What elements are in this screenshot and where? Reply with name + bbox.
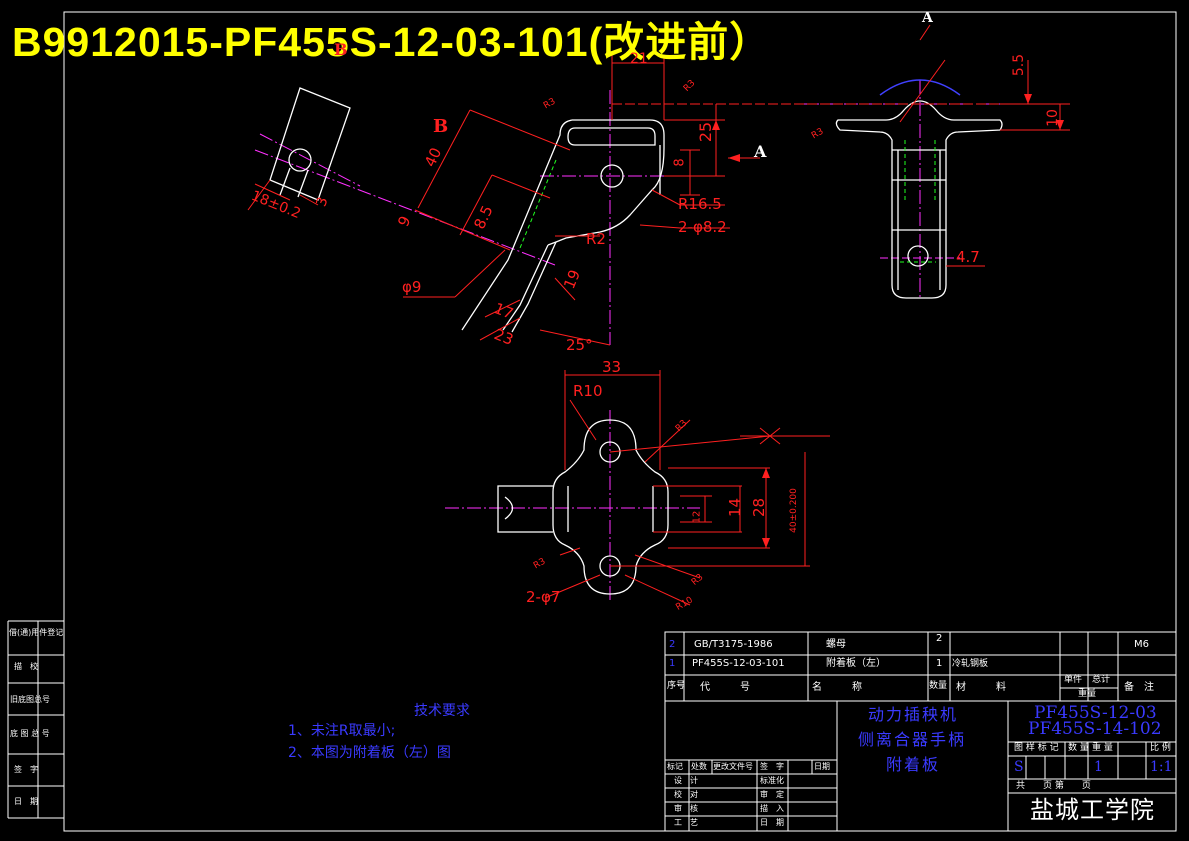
view-label-a2: A: [922, 10, 933, 26]
sidebar-label-3: 底 图 总 号: [10, 729, 50, 738]
stage-label: 图 样 标 记: [1014, 743, 1059, 753]
bom-header-note: 备 注: [1124, 682, 1154, 693]
bom-header-code: 代 号: [700, 682, 750, 693]
dim-25-deg: 25°: [566, 336, 593, 354]
dim-r16-5: R16.5: [678, 195, 722, 213]
bom-header-name: 名 称: [812, 682, 862, 693]
dim-4-7: 4.7: [956, 248, 980, 266]
rev-header-sign: 签 字: [760, 762, 784, 771]
product-name-line1: 动力插秧机: [868, 705, 959, 724]
bom-row1-qty: 1: [936, 658, 943, 669]
product-name-line2: 侧离合器手柄: [858, 730, 967, 749]
bom-header-seq: 序号: [667, 681, 686, 691]
bom-header-material: 材 料: [956, 682, 1006, 693]
dim-10: 10: [1044, 109, 1061, 127]
bom-row2-name: 螺母: [826, 639, 846, 650]
tech-req-item-1: 1、未注R取最小;: [288, 723, 396, 739]
dim-r2: R2: [586, 230, 606, 248]
bom-header-qty: 数量: [929, 681, 948, 691]
sign-row-reviewer: 审 核: [674, 804, 698, 813]
bom-row1-name: 附着板（左）: [826, 658, 886, 669]
sign-row-date: 日 期: [760, 818, 784, 827]
bom-header-weight: 重量: [1078, 689, 1097, 699]
sign-row-input: 描 入: [760, 804, 784, 813]
section-label-b2: B: [334, 40, 348, 59]
bom-row1-code: PF455S-12-03-101: [692, 658, 785, 669]
dim-21: 21: [630, 51, 648, 67]
rev-header-date: 日期: [814, 762, 830, 771]
bom-row2-seq: 2: [669, 639, 676, 650]
tech-req-item-2: 2、本图为附着板（左）图: [288, 745, 451, 761]
section-label-b: B: [433, 116, 449, 137]
dim-5-5: 5.5: [1011, 53, 1028, 77]
dim-25: 25: [696, 121, 716, 143]
dim-40-tol: 40±0.200: [788, 488, 799, 533]
sign-row-designer: 设 计: [674, 776, 698, 785]
cad-drawing: [7, 11, 1177, 832]
bom-row2-qty: 2: [936, 633, 943, 644]
sidebar-label-1: 描 校: [14, 662, 38, 671]
sign-row-standard: 标准化: [760, 776, 784, 785]
qty-label: 数 量: [1068, 743, 1089, 753]
rev-header-mark: 标记: [667, 762, 683, 771]
tech-req-title: 技术要求: [414, 703, 470, 719]
sign-row-approve: 审 定: [760, 790, 784, 799]
dim-33: 33: [602, 358, 622, 376]
bom-header-total-weight: 总计: [1092, 675, 1111, 685]
rev-header-doc: 更改文件号: [713, 762, 753, 771]
dimension-lines: [247, 24, 1070, 606]
sidebar-label-0: 借(通)用件登记: [9, 628, 64, 637]
drawing-number-2: PF455S-14-102: [1028, 719, 1162, 739]
scale-label: 比 例: [1150, 743, 1171, 753]
left-sidebar-frame: [7, 620, 64, 819]
part-outlines: [269, 87, 1003, 595]
qty-value: 1: [1094, 759, 1103, 775]
dim-phi9: φ9: [402, 278, 422, 296]
weight-label: 重 量: [1092, 743, 1113, 753]
sidebar-label-2: 旧底图总号: [10, 695, 50, 704]
rev-header-count: 处数: [691, 762, 707, 771]
dim-2-phi8-2: 2-φ8.2: [678, 218, 727, 236]
bom-row1-material: 冷轧钢板: [952, 659, 989, 669]
stage-value: S: [1014, 759, 1024, 775]
dim-r10: R10: [573, 382, 603, 400]
sheet-label: 共 页 第 页: [1016, 781, 1091, 791]
dim-2-phi7: 2-φ7: [526, 588, 561, 606]
dim-28: 28: [750, 497, 769, 518]
dim-12: 12: [691, 510, 703, 524]
scale-value: 1:1: [1150, 759, 1173, 775]
sidebar-label-4: 签 字: [14, 765, 38, 774]
bom-row2-code: GB/T3175-1986: [694, 639, 773, 650]
bom-header-unit-weight: 单件: [1064, 675, 1083, 685]
school-name: 盐城工学院: [1030, 796, 1155, 824]
view-label-a: A: [754, 142, 767, 161]
sign-row-checker: 校 对: [674, 790, 698, 799]
bom-row2-note: M6: [1134, 639, 1149, 650]
dim-8: 8: [672, 158, 688, 167]
sidebar-label-5: 日 期: [14, 797, 38, 806]
center-lines: [254, 80, 1060, 600]
dim-14: 14: [726, 497, 745, 518]
product-name-line3: 附着板: [886, 755, 941, 774]
arrowheads: [712, 94, 1064, 548]
sign-row-process: 工 艺: [674, 818, 698, 827]
drawing-banner-title: B9912015-PF455S-12-03-101(改进前）: [12, 19, 772, 65]
bom-row1-seq: 1: [669, 658, 676, 669]
